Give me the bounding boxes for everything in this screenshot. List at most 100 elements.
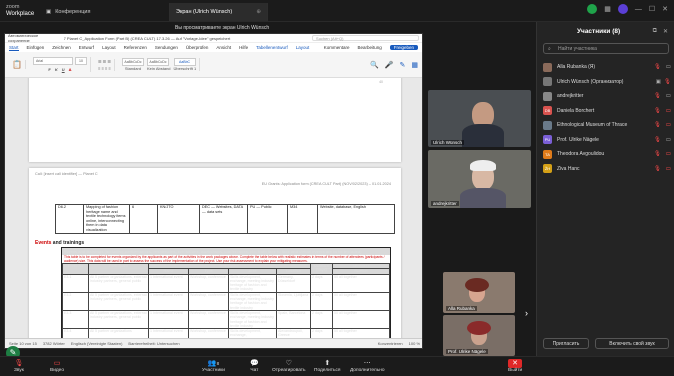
status-focus[interactable]: Konzentrieren xyxy=(378,341,403,346)
word-status-bar: Seite 10 von 15 3782 Wörter Englisch (Ve… xyxy=(5,338,422,348)
italic-icon[interactable]: K xyxy=(55,67,58,72)
layout-icon[interactable]: ▦ xyxy=(604,5,611,13)
list-item[interactable]: Alla Rubanka (Я) 🎙 ▭ xyxy=(543,60,671,75)
tab-screen-label: Экран (Ulrich Wünsch) xyxy=(176,8,233,15)
close-window-icon[interactable]: ✕ xyxy=(662,5,668,13)
style-standard[interactable]: AaBbCcDc xyxy=(121,58,144,66)
unmute-self-button[interactable]: Включить свой звук xyxy=(595,338,669,349)
tab-layout[interactable]: Layout xyxy=(102,45,116,50)
style-no-spacing[interactable]: AaBbCcDc xyxy=(146,58,169,66)
underline-icon[interactable]: U xyxy=(62,67,65,72)
font-name-select[interactable]: Arial xyxy=(32,57,73,65)
tab-mailings[interactable]: Sendungen xyxy=(155,45,178,50)
share-button[interactable]: ⬆ Поделиться xyxy=(314,359,341,373)
table-cell: Skills development, exchange, xyxy=(228,328,277,339)
editing-button[interactable]: Bearbeitung xyxy=(357,45,381,50)
video-tile[interactable]: Alla Rubanka xyxy=(443,272,515,313)
hair-shape xyxy=(470,160,496,171)
participant-search-input[interactable]: ⌕ Найти участника xyxy=(543,43,669,54)
leave-button[interactable]: ✕ Выйти xyxy=(508,359,522,373)
maximize-icon[interactable]: ☐ xyxy=(649,5,655,13)
status-accessibility[interactable]: Barrierefreiheit: Untersuchen xyxy=(128,341,179,346)
style-no-spacing-label: Kein Abstand xyxy=(146,66,171,71)
tools-group: 🔍 🎤 ✎ ▦ xyxy=(370,61,418,69)
video-tile[interactable]: Prof. Ulrike Nägele xyxy=(443,315,515,356)
share-indicator: Вы просматриваете экран Ulrich Wünsch xyxy=(175,25,269,31)
editor-icon[interactable]: ✎ xyxy=(400,61,406,69)
list-item[interactable]: DB Daniela Borchert 🎙 ▭ xyxy=(543,104,671,119)
dictate-icon[interactable]: 🎤 xyxy=(385,61,394,69)
table-cell: 50 all together xyxy=(332,328,390,339)
document-page-previous: 40 xyxy=(29,78,401,162)
mic-muted-icon[interactable]: 🎙 xyxy=(647,64,661,70)
autosave-label: Автоматическое сохранение xyxy=(8,33,39,43)
participant-name: Daniela Borchert xyxy=(557,107,595,114)
tab-view[interactable]: Ansicht xyxy=(216,45,231,50)
addins-icon[interactable]: ▦ xyxy=(411,61,418,69)
react-button[interactable]: ♡ Отреагировать xyxy=(272,359,305,373)
popout-icon[interactable]: ⧉ xyxy=(653,28,657,35)
word-search-input[interactable]: Suchen (Alt+Q) xyxy=(312,35,419,41)
bold-icon[interactable]: F xyxy=(48,67,50,72)
list-item[interactable]: Ulrich Wünsch (Организатор) ▣ 🎙 xyxy=(543,75,671,90)
list-item[interactable]: PU Prof. Ulrike Nägele 🎙 ▭ xyxy=(543,133,671,148)
tab-table-layout[interactable]: Layout xyxy=(296,45,310,50)
find-icon[interactable]: 🔍 xyxy=(370,61,379,69)
share-label: Поделиться xyxy=(314,368,341,373)
video-tile[interactable]: andrejkritter xyxy=(428,150,531,208)
security-shield-icon[interactable] xyxy=(587,4,598,14)
list-item[interactable]: Ethnological Museum of Thrace 🎙 ▭ xyxy=(543,118,671,133)
video-icon[interactable]: ▭ xyxy=(661,64,671,70)
minimize-icon[interactable]: — xyxy=(635,6,642,13)
video-name-label: Ulrich Wünsch xyxy=(431,140,465,145)
status-zoom[interactable]: 100 % xyxy=(409,341,420,346)
shared-screen[interactable]: Автоматическое сохранение 7 Planet C_App… xyxy=(4,33,423,349)
brand-line2: Workplace xyxy=(6,10,35,17)
status-language[interactable]: Englisch (Vereinigte Staaten) xyxy=(71,341,123,346)
tab-meeting[interactable]: ▣ Конференция xyxy=(40,2,170,21)
table-cell: Skills development, exchange, meeting in… xyxy=(228,309,277,330)
participants-button[interactable]: 👥8 Участники xyxy=(202,359,225,373)
body-shape xyxy=(460,188,506,208)
invite-button[interactable]: Пригласить xyxy=(543,338,589,349)
comments-button[interactable]: Kommentare xyxy=(324,45,350,50)
list-item[interactable]: andrejkritter 🎙 ▭ xyxy=(543,89,671,104)
chat-button[interactable]: 💬 Чат xyxy=(250,359,259,373)
share-doc-button[interactable]: Freigeben xyxy=(389,45,418,50)
close-icon[interactable]: ⊕ xyxy=(256,9,261,15)
mic-muted-icon: 🎙 xyxy=(14,360,24,367)
font-color-icon[interactable]: A xyxy=(69,67,72,72)
tab-insert[interactable]: Einfügen xyxy=(27,45,45,50)
align-icon[interactable]: ≡ ≡ ≡ ≡ xyxy=(98,66,111,71)
list-item[interactable]: ŽH Živa Hanc 🎙 ▭ xyxy=(543,162,671,177)
tab-references[interactable]: Referenzen xyxy=(124,45,147,50)
apps-button[interactable]: ⋯ Дополнительно xyxy=(350,359,385,373)
next-page-arrow-icon[interactable]: › xyxy=(525,308,528,318)
tab-start[interactable]: Start xyxy=(9,45,19,51)
list-icon[interactable]: ☰ ☰ ☰ xyxy=(98,59,111,64)
close-panel-icon[interactable]: ✕ xyxy=(663,28,668,35)
avatar[interactable] xyxy=(617,4,628,14)
audio-button[interactable]: 🎙 Звук xyxy=(14,359,24,373)
list-item[interactable]: TA Theodora Avgoulidou 🎙 ▭ xyxy=(543,147,671,162)
meeting-icon: ▣ xyxy=(46,8,52,15)
tab-review[interactable]: Überprüfen xyxy=(186,45,209,50)
video-tile[interactable]: Ulrich Wünsch xyxy=(428,90,531,147)
avatar: DB xyxy=(543,106,552,116)
video-icon: ▭ xyxy=(665,93,671,100)
leave-label: Выйти xyxy=(508,368,523,373)
font-size-select[interactable]: 10 xyxy=(74,57,87,65)
participant-name: Ethnological Museum of Thrace xyxy=(557,122,628,129)
video-button[interactable]: ▭ Видео xyxy=(50,359,64,373)
paste-icon[interactable]: 📋 xyxy=(12,60,22,69)
tab-draw[interactable]: Zeichnen xyxy=(52,45,71,50)
tab-design[interactable]: Entwurf xyxy=(79,45,94,50)
hair-shape xyxy=(467,321,491,335)
tab-help[interactable]: Hilfe xyxy=(239,45,248,50)
video-off-icon: ▭ xyxy=(53,360,61,367)
tab-table-design[interactable]: Tabellenentwurf xyxy=(256,45,288,50)
participant-name: Ulrich Wünsch (Организатор) xyxy=(557,78,624,85)
tab-screen[interactable]: Экран (Ulrich Wünsch) ⊕ xyxy=(170,2,268,21)
style-heading1[interactable]: AaBbC xyxy=(173,58,196,66)
document-area[interactable]: 40 Call: [insert call identifier] — Plan… xyxy=(5,78,422,340)
